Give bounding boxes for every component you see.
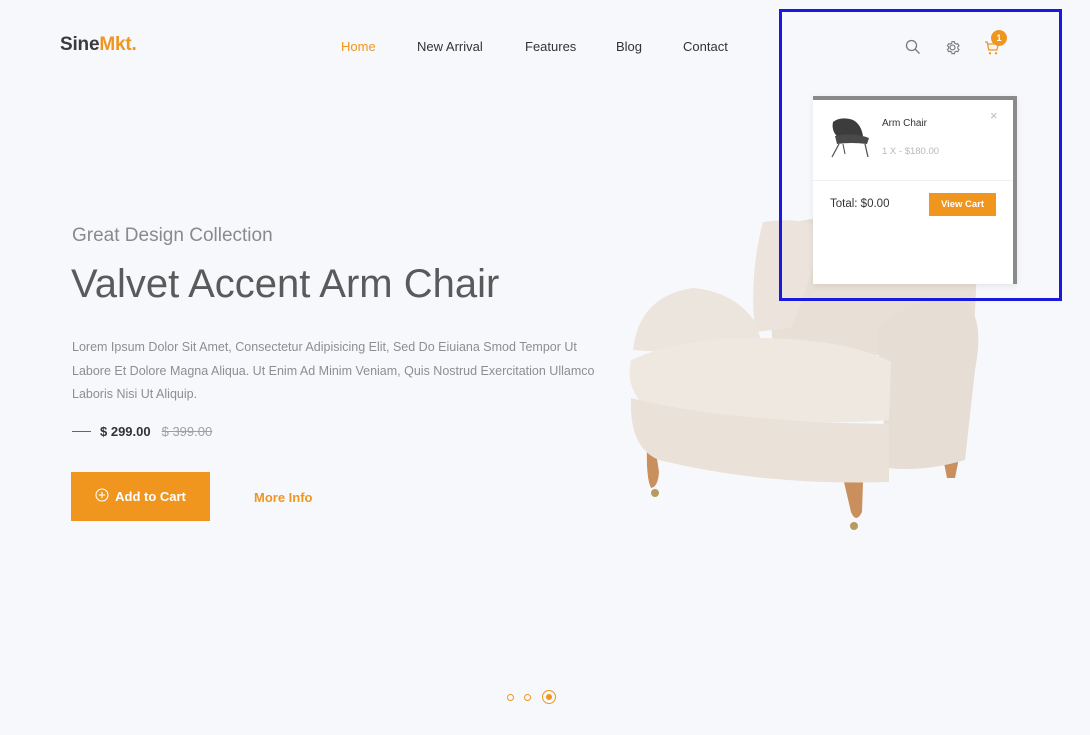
add-to-cart-label: Add to Cart (115, 489, 186, 504)
cart-divider (813, 180, 1013, 181)
plus-circle-icon (95, 488, 109, 505)
cart-item-name[interactable]: Arm Chair (882, 117, 942, 130)
nav-new-arrival[interactable]: New Arrival (417, 39, 483, 54)
cart-item-thumbnail[interactable] (827, 114, 873, 160)
slider-dot-fill (546, 694, 552, 700)
nav-contact[interactable]: Contact (683, 39, 728, 54)
slider-dot-3-active[interactable] (542, 690, 556, 704)
nav-features[interactable]: Features (525, 39, 576, 54)
search-icon[interactable] (905, 39, 921, 60)
hero-title: Valvet Accent Arm Chair (71, 262, 500, 306)
more-info-link[interactable]: More Info (254, 490, 313, 505)
site-logo[interactable]: SineMkt. (60, 34, 137, 56)
view-cart-button[interactable]: View Cart (929, 193, 996, 216)
add-to-cart-button[interactable]: Add to Cart (71, 472, 210, 521)
mini-cart-dropdown: × Arm Chair 1 X - $180.00 Total: $0.00 V… (813, 96, 1017, 284)
nav-blog[interactable]: Blog (616, 39, 642, 54)
gear-icon[interactable] (944, 39, 961, 61)
cart-total: Total: $0.00 (830, 198, 890, 210)
nav-home[interactable]: Home (341, 39, 376, 54)
slider-dot-1[interactable] (507, 694, 514, 701)
logo-text-primary: Sine (60, 34, 100, 55)
hero-subtitle: Great Design Collection (72, 225, 273, 246)
cart-item-quantity-price: 1 X - $180.00 (882, 146, 940, 157)
price-current: $ 299.00 (100, 424, 151, 439)
cart-count-badge: 1 (991, 30, 1007, 46)
price-old: $ 399.00 (161, 424, 213, 439)
hero-description: Lorem Ipsum Dolor Sit Amet, Consectetur … (72, 340, 595, 401)
price-dash (72, 431, 91, 432)
close-icon[interactable]: × (990, 108, 998, 123)
slider-dot-2[interactable] (524, 694, 531, 701)
price-row: $ 299.00 $ 399.00 (72, 424, 212, 439)
logo-text-accent: Mkt. (99, 34, 137, 55)
